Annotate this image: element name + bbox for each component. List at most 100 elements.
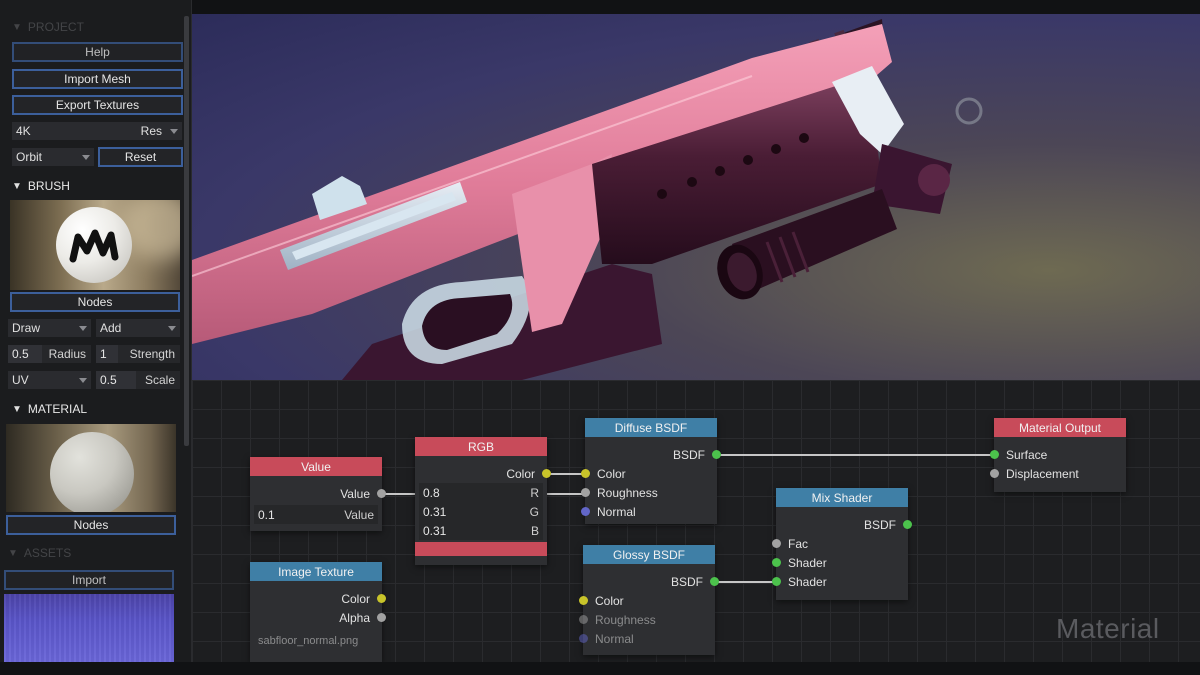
diffuse-output-row: BSDF bbox=[585, 445, 721, 464]
glossy-bsdf-node[interactable]: Glossy BSDF BSDF Color Roughness Normal bbox=[579, 545, 719, 655]
project-section-header[interactable]: ▼ PROJECT bbox=[12, 18, 84, 36]
sidebar-scrollbar[interactable] bbox=[184, 16, 189, 446]
value-node[interactable]: Value Value 0.1 Value bbox=[250, 457, 386, 531]
import-asset-label: Import bbox=[71, 573, 106, 587]
resolution-select[interactable]: 4K Res bbox=[12, 122, 182, 140]
mix-shader-shader2-row: Shader bbox=[772, 572, 908, 591]
glossy-color-input-row: Color bbox=[579, 591, 715, 610]
diffuse-normal-input-socket[interactable] bbox=[581, 507, 590, 516]
brush-nodes-label: Nodes bbox=[77, 295, 113, 309]
mix-shader-shader1-label: Shader bbox=[788, 555, 827, 570]
glossy-output-label: BSDF bbox=[670, 574, 703, 589]
glossy-node-header[interactable]: Glossy BSDF bbox=[583, 545, 715, 564]
material-heading: MATERIAL bbox=[27, 402, 88, 416]
strength-label: Strength bbox=[129, 347, 175, 361]
image-texture-file[interactable]: sabfloor_normal.png bbox=[250, 631, 382, 650]
rgb-node[interactable]: RGB Color 0.8 R 0.31 G 0.31 B bbox=[415, 437, 551, 565]
glossy-normal-label: Normal bbox=[595, 631, 634, 646]
image-texture-color-output-socket[interactable] bbox=[377, 594, 386, 603]
glossy-roughness-label: Roughness bbox=[595, 612, 656, 627]
diffuse-color-label: Color bbox=[597, 466, 626, 481]
rgb-node-title: RGB bbox=[467, 439, 494, 454]
assets-section-header[interactable]: ▼ ASSETS bbox=[8, 544, 71, 562]
reset-button[interactable]: Reset bbox=[98, 147, 183, 167]
image-texture-node[interactable]: Image Texture Color Alpha sabfloor_norma… bbox=[250, 562, 386, 662]
glossy-roughness-input-socket[interactable] bbox=[579, 615, 588, 624]
mix-shader-shader1-input-socket[interactable] bbox=[772, 558, 781, 567]
value-output-socket[interactable] bbox=[377, 489, 386, 498]
rgb-b-field[interactable]: 0.31 B bbox=[419, 521, 543, 540]
diffuse-bsdf-node[interactable]: Diffuse BSDF BSDF Color Roughness Normal bbox=[581, 418, 721, 524]
value-field[interactable]: 0.1 Value bbox=[254, 505, 378, 524]
rgb-r-value: 0.8 bbox=[423, 485, 440, 500]
diffuse-normal-input-row: Normal bbox=[581, 502, 717, 521]
rgb-r-field[interactable]: 0.8 R bbox=[419, 483, 543, 502]
material-output-displacement-label: Displacement bbox=[1006, 466, 1079, 481]
glossy-normal-input-socket[interactable] bbox=[579, 634, 588, 643]
rgb-node-header[interactable]: RGB bbox=[415, 437, 547, 456]
image-texture-node-header[interactable]: Image Texture bbox=[250, 562, 382, 581]
glossy-roughness-input-row: Roughness bbox=[579, 610, 715, 629]
help-button[interactable]: Help bbox=[12, 42, 183, 62]
brush-cursor-icon bbox=[955, 97, 983, 125]
scale-field[interactable]: 0.5 Scale bbox=[96, 371, 180, 389]
brush-nodes-button[interactable]: Nodes bbox=[10, 292, 180, 312]
material-section-header[interactable]: ▼ MATERIAL bbox=[12, 400, 87, 418]
camera-mode-select[interactable]: Orbit bbox=[12, 148, 94, 166]
rgb-color-output-socket[interactable] bbox=[542, 469, 551, 478]
reset-button-label: Reset bbox=[124, 150, 157, 164]
diffuse-roughness-input-socket[interactable] bbox=[581, 488, 590, 497]
export-textures-button[interactable]: Export Textures bbox=[12, 95, 183, 115]
mix-shader-fac-input-socket[interactable] bbox=[772, 539, 781, 548]
value-output-row: Value bbox=[250, 484, 386, 503]
material-output-surface-socket[interactable] bbox=[990, 450, 999, 459]
asset-thumbnail[interactable] bbox=[4, 594, 174, 662]
diffuse-node-header[interactable]: Diffuse BSDF bbox=[585, 418, 717, 437]
image-texture-filename: sabfloor_normal.png bbox=[258, 634, 359, 647]
rgb-g-field[interactable]: 0.31 G bbox=[419, 502, 543, 521]
material-output-displacement-row: Displacement bbox=[990, 464, 1126, 483]
mapping-select[interactable]: UV bbox=[8, 371, 91, 389]
chevron-down-icon bbox=[82, 154, 90, 160]
import-asset-button[interactable]: Import bbox=[4, 570, 174, 590]
brush-heading: BRUSH bbox=[27, 179, 70, 193]
import-mesh-button[interactable]: Import Mesh bbox=[12, 69, 183, 89]
mix-shader-bsdf-output-socket[interactable] bbox=[903, 520, 912, 529]
glossy-bsdf-output-socket[interactable] bbox=[710, 577, 719, 586]
image-texture-alpha-row: Alpha bbox=[250, 608, 386, 627]
material-output-displacement-socket[interactable] bbox=[990, 469, 999, 478]
export-textures-button-label: Export Textures bbox=[55, 98, 140, 112]
value-node-header[interactable]: Value bbox=[250, 457, 382, 476]
glossy-normal-input-row: Normal bbox=[579, 629, 715, 648]
rgb-r-label: R bbox=[530, 485, 539, 500]
glossy-output-row: BSDF bbox=[583, 572, 719, 591]
scale-value: 0.5 bbox=[96, 371, 136, 389]
material-output-node[interactable]: Material Output Surface Displacement bbox=[990, 418, 1126, 492]
mix-shader-shader2-input-socket[interactable] bbox=[772, 577, 781, 586]
radius-value: 0.5 bbox=[8, 345, 42, 363]
diffuse-bsdf-output-socket[interactable] bbox=[712, 450, 721, 459]
camera-mode-value: Orbit bbox=[16, 150, 43, 164]
glossy-node-title: Glossy BSDF bbox=[612, 547, 685, 562]
brush-section-header[interactable]: ▼ BRUSH bbox=[12, 177, 70, 195]
brush-blend-select[interactable]: Add bbox=[96, 319, 180, 337]
strength-field[interactable]: 1 Strength bbox=[96, 345, 180, 363]
help-button-label: Help bbox=[85, 45, 110, 59]
3d-viewport[interactable] bbox=[192, 14, 1200, 380]
value-output-label: Value bbox=[340, 486, 370, 501]
value-field-label: Value bbox=[344, 507, 374, 522]
rgb-color-swatch[interactable] bbox=[415, 542, 547, 556]
mix-shader-node-header[interactable]: Mix Shader bbox=[776, 488, 908, 507]
resolution-label: Res bbox=[140, 124, 162, 138]
node-editor[interactable]: Value Value 0.1 Value RGB Color 0.8 R 0.… bbox=[192, 380, 1200, 662]
radius-field[interactable]: 0.5 Radius bbox=[8, 345, 91, 363]
mix-shader-output-label: BSDF bbox=[863, 517, 896, 532]
image-texture-alpha-output-socket[interactable] bbox=[377, 613, 386, 622]
material-nodes-button[interactable]: Nodes bbox=[6, 515, 176, 535]
mix-shader-node[interactable]: Mix Shader BSDF Fac Shader Shader bbox=[772, 488, 912, 600]
brush-tool-select[interactable]: Draw bbox=[8, 319, 91, 337]
strength-value: 1 bbox=[96, 345, 118, 363]
glossy-color-input-socket[interactable] bbox=[579, 596, 588, 605]
material-output-node-header[interactable]: Material Output bbox=[994, 418, 1126, 437]
diffuse-color-input-socket[interactable] bbox=[581, 469, 590, 478]
